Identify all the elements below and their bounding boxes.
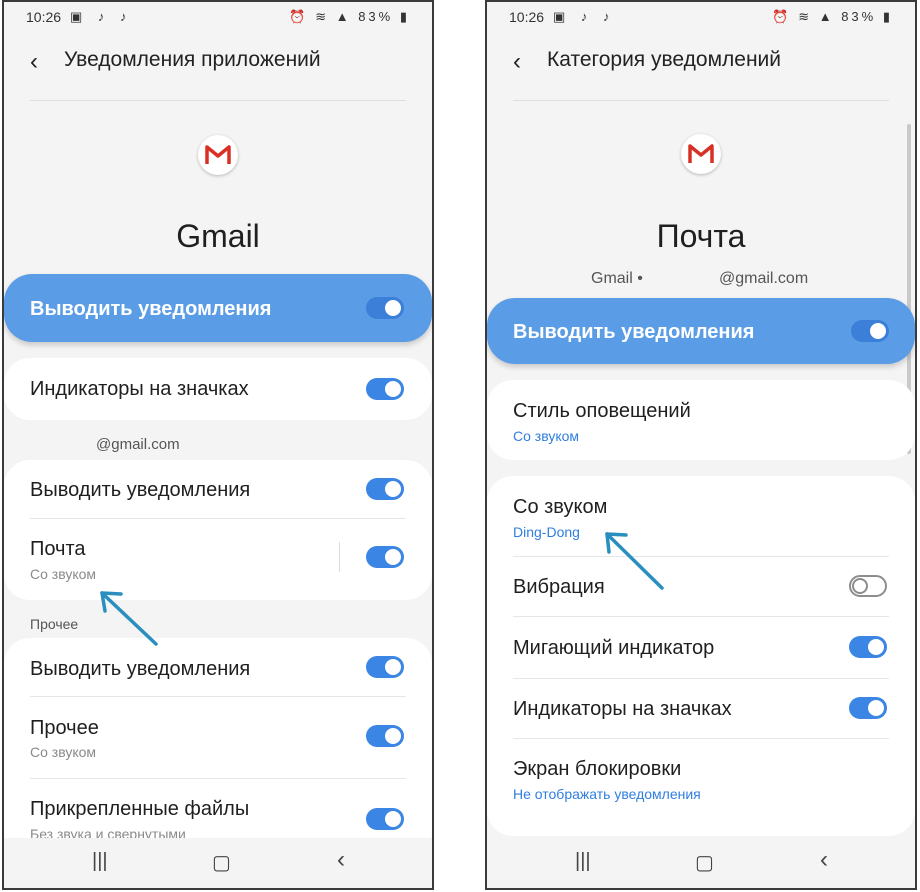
- list-item[interactable]: Со звуком Ding-Dong: [487, 476, 915, 556]
- alert-style-card: Стиль оповещений Со звуком: [487, 380, 915, 460]
- row-label: Прикрепленные файлы: [30, 798, 250, 820]
- row-sublabel: Со звуком: [30, 566, 97, 582]
- back-icon[interactable]: ‹: [820, 846, 828, 874]
- vertical-separator: [339, 542, 340, 572]
- row-label: Вибрация: [513, 576, 605, 598]
- toggle-switch[interactable]: [849, 697, 887, 719]
- account-app: Gmail •: [591, 270, 643, 287]
- row-sublabel: Ding-Dong: [513, 524, 580, 540]
- account-email: @gmail.com: [719, 270, 809, 287]
- signal-icon: ⏰ ≋ ▲: [289, 9, 352, 24]
- account-label: @gmail.com: [96, 436, 180, 453]
- phone-screen-left: 10:26 ▣ ♪ ♪ ⏰ ≋ ▲ 83% ▮ ‹ Уведомления пр…: [2, 0, 434, 890]
- list-item[interactable]: Индикаторы на значках: [487, 678, 915, 738]
- show-notifications-toggle[interactable]: [366, 297, 404, 319]
- navigation-bar: ||| ▢ ‹: [4, 838, 432, 888]
- row-sublabel: Не отображать уведомления: [513, 786, 701, 802]
- toggle-switch[interactable]: [366, 808, 404, 830]
- navigation-bar: ||| ▢ ‹: [487, 838, 915, 888]
- toggle-switch[interactable]: [366, 725, 404, 747]
- signal-icon: ⏰ ≋ ▲: [772, 9, 835, 24]
- status-bar: 10:26 ▣ ♪ ♪ ⏰ ≋ ▲ 83% ▮: [4, 2, 432, 34]
- gmail-logo-icon: [688, 144, 714, 163]
- row-label: Экран блокировки: [513, 758, 682, 780]
- badges-row[interactable]: Индикаторы на значках: [4, 358, 432, 420]
- back-arrow-icon[interactable]: ‹: [30, 48, 38, 76]
- notification-icons: ▣ ♪ ♪: [70, 9, 133, 24]
- gmail-app-icon: [198, 135, 238, 175]
- recents-icon[interactable]: |||: [92, 850, 108, 873]
- alert-style-row[interactable]: Стиль оповещений Со звуком: [487, 380, 915, 460]
- show-notifications-toggle[interactable]: [851, 320, 889, 342]
- row-label: Мигающий индикатор: [513, 637, 715, 659]
- section-label-other: Прочее: [30, 616, 79, 632]
- list-item[interactable]: Вибрация: [487, 556, 915, 616]
- other-card: Выводить уведомления Прочее Со звуком Пр…: [4, 638, 432, 858]
- row-label: Стиль оповещений: [513, 400, 691, 422]
- notification-icons: ▣ ♪ ♪: [553, 9, 616, 24]
- banner-label: Выводить уведомления: [513, 321, 755, 343]
- list-item[interactable]: Экран блокировки Не отображать уведомлен…: [487, 738, 915, 818]
- badges-card: Индикаторы на значках: [4, 358, 432, 420]
- battery-icon: ▮: [882, 9, 893, 24]
- toggle-switch[interactable]: [366, 478, 404, 500]
- list-item[interactable]: Мигающий индикатор: [487, 616, 915, 678]
- header: ‹ Категория уведомлений: [487, 42, 915, 82]
- header: ‹ Уведомления приложений: [4, 42, 432, 82]
- list-item[interactable]: Выводить уведомления: [4, 638, 432, 696]
- settings-card: Со звуком Ding-Dong Вибрация Мигающий ин…: [487, 476, 915, 836]
- toggle-switch[interactable]: [849, 636, 887, 658]
- recents-icon[interactable]: |||: [575, 850, 591, 873]
- gmail-logo-icon: [205, 145, 231, 164]
- toggle-switch[interactable]: [366, 656, 404, 678]
- home-icon[interactable]: ▢: [212, 850, 231, 875]
- status-time: 10:26: [26, 9, 62, 25]
- gmail-app-icon: [681, 134, 721, 174]
- badges-toggle[interactable]: [366, 378, 404, 400]
- row-sublabel: Со звуком: [513, 428, 580, 444]
- status-time: 10:26: [509, 9, 545, 25]
- banner-label: Выводить уведомления: [30, 298, 272, 320]
- phone-screen-right: 10:26 ▣ ♪ ♪ ⏰ ≋ ▲ 83% ▮ ‹ Категория увед…: [485, 0, 917, 890]
- row-label: Индикаторы на значках: [513, 698, 732, 720]
- app-name: Gmail: [176, 218, 260, 254]
- row-label: Со звуком: [513, 496, 608, 518]
- home-icon[interactable]: ▢: [695, 850, 714, 875]
- list-item[interactable]: Прочее Со звуком: [4, 696, 432, 778]
- status-right: ⏰ ≋ ▲ 83% ▮: [772, 9, 893, 25]
- page-title: Категория уведомлений: [547, 48, 782, 71]
- status-right: ⏰ ≋ ▲ 83% ▮: [289, 9, 410, 25]
- account-card: Выводить уведомления Почта Со звуком: [4, 460, 432, 600]
- toggle-switch[interactable]: [849, 575, 887, 597]
- back-icon[interactable]: ‹: [337, 846, 345, 874]
- row-label: Почта: [30, 538, 86, 560]
- battery-icon: ▮: [399, 9, 410, 24]
- divider: [30, 100, 406, 101]
- row-label: Прочее: [30, 717, 99, 739]
- battery-percent: 83%: [358, 9, 394, 24]
- list-item[interactable]: Выводить уведомления: [4, 460, 432, 518]
- category-name: Почта: [656, 218, 746, 254]
- show-notifications-banner[interactable]: Выводить уведомления: [487, 298, 915, 364]
- battery-percent: 83%: [841, 9, 877, 24]
- divider: [513, 100, 889, 101]
- status-bar: 10:26 ▣ ♪ ♪ ⏰ ≋ ▲ 83% ▮: [487, 2, 915, 34]
- list-item[interactable]: Почта Со звуком: [4, 518, 432, 600]
- row-label: Выводить уведомления: [30, 479, 251, 501]
- row-label: Индикаторы на значках: [30, 378, 249, 400]
- row-sublabel: Со звуком: [30, 744, 97, 760]
- show-notifications-banner[interactable]: Выводить уведомления: [4, 274, 432, 342]
- toggle-switch[interactable]: [366, 546, 404, 568]
- row-label: Выводить уведомления: [30, 658, 251, 680]
- page-title: Уведомления приложений: [64, 48, 321, 71]
- back-arrow-icon[interactable]: ‹: [513, 48, 521, 76]
